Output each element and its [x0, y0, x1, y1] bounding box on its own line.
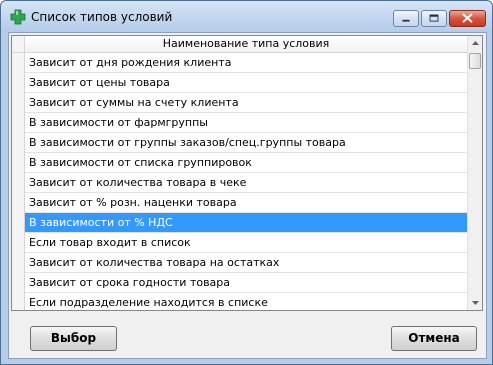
table-row[interactable]: Если товар входит в список	[12, 233, 467, 253]
maximize-icon	[429, 14, 439, 22]
row-selector[interactable]	[12, 253, 25, 273]
table-row[interactable]: В зависимости от группы заказов/спец.гру…	[12, 133, 467, 153]
table-row[interactable]: Зависит от % розн. наценки товара	[12, 193, 467, 213]
minimize-icon	[402, 19, 410, 22]
table-row[interactable]: Зависит от дня рождения клиента	[12, 53, 467, 73]
cancel-button[interactable]: Отмена	[391, 326, 477, 351]
table-row[interactable]: В зависимости от фармгруппы	[12, 113, 467, 133]
column-header[interactable]: Наименование типа условия	[25, 36, 467, 53]
close-icon	[462, 13, 473, 23]
dialog-body: Наименование типа условия Зависит от дня…	[8, 32, 487, 359]
table-row[interactable]: Зависит от суммы на счету клиента	[12, 93, 467, 113]
row-selector[interactable]	[12, 273, 25, 293]
row-cell: Зависит от цены товара	[29, 76, 170, 89]
table-row[interactable]: Зависит от количества товара на остатках	[12, 253, 467, 273]
table-row[interactable]: В зависимости от % НДС	[12, 213, 467, 233]
window-title: Список типов условий	[31, 10, 173, 24]
row-cell: В зависимости от списка группировок	[29, 156, 252, 169]
green-cross-icon	[10, 9, 26, 25]
row-cell: В зависимости от % НДС	[29, 216, 173, 229]
close-button[interactable]	[449, 10, 486, 27]
scroll-thumb[interactable]	[469, 53, 481, 69]
row-selector[interactable]	[12, 153, 25, 173]
table-row[interactable]: Если подразделение находится в списке	[12, 293, 467, 310]
row-cell: В зависимости от фармгруппы	[29, 116, 208, 129]
row-selector[interactable]	[12, 113, 25, 133]
grid-rows: Зависит от дня рождения клиента Зависит о…	[12, 53, 467, 310]
grid-corner	[12, 36, 25, 53]
row-selector[interactable]	[12, 93, 25, 113]
row-cell: Зависит от количества товара в чеке	[29, 176, 247, 189]
table-row[interactable]: Зависит от количества товара в чеке	[12, 173, 467, 193]
dialog-window: Список типов условий Наименование типа у…	[0, 0, 493, 365]
row-cell: В зависимости от группы заказов/спец.гру…	[29, 136, 346, 149]
scroll-down-button[interactable]	[468, 295, 482, 310]
condition-types-grid[interactable]: Наименование типа условия Зависит от дня…	[11, 35, 483, 311]
scroll-up-button[interactable]	[468, 36, 482, 51]
row-selector[interactable]	[12, 173, 25, 193]
row-selector[interactable]	[12, 233, 25, 253]
table-row[interactable]: Зависит от срока годности товара	[12, 273, 467, 293]
row-selector[interactable]	[12, 193, 25, 213]
table-row[interactable]: Зависит от цены товара	[12, 73, 467, 93]
arrow-down-icon	[472, 301, 479, 305]
row-cell: Если товар входит в список	[29, 236, 191, 249]
row-cell: Зависит от % розн. наценки товара	[29, 196, 237, 209]
choose-button[interactable]: Выбор	[30, 326, 117, 351]
row-selector[interactable]	[12, 53, 25, 73]
vertical-scrollbar[interactable]	[467, 36, 482, 310]
title-bar[interactable]: Список типов условий	[1, 1, 492, 33]
row-selector[interactable]	[12, 133, 25, 153]
row-cell: Если подразделение находится в списке	[29, 296, 268, 309]
row-selector[interactable]	[12, 213, 25, 233]
minimize-button[interactable]	[393, 10, 419, 27]
table-row[interactable]: В зависимости от списка группировок	[12, 153, 467, 173]
row-cell: Зависит от количества товара на остатках	[29, 256, 280, 269]
row-selector[interactable]	[12, 73, 25, 93]
row-selector[interactable]	[12, 293, 25, 310]
row-cell: Зависит от дня рождения клиента	[29, 56, 232, 69]
row-cell: Зависит от срока годности товара	[29, 276, 231, 289]
row-cell: Зависит от суммы на счету клиента	[29, 96, 239, 109]
arrow-up-icon	[472, 41, 479, 45]
maximize-button[interactable]	[421, 10, 447, 27]
